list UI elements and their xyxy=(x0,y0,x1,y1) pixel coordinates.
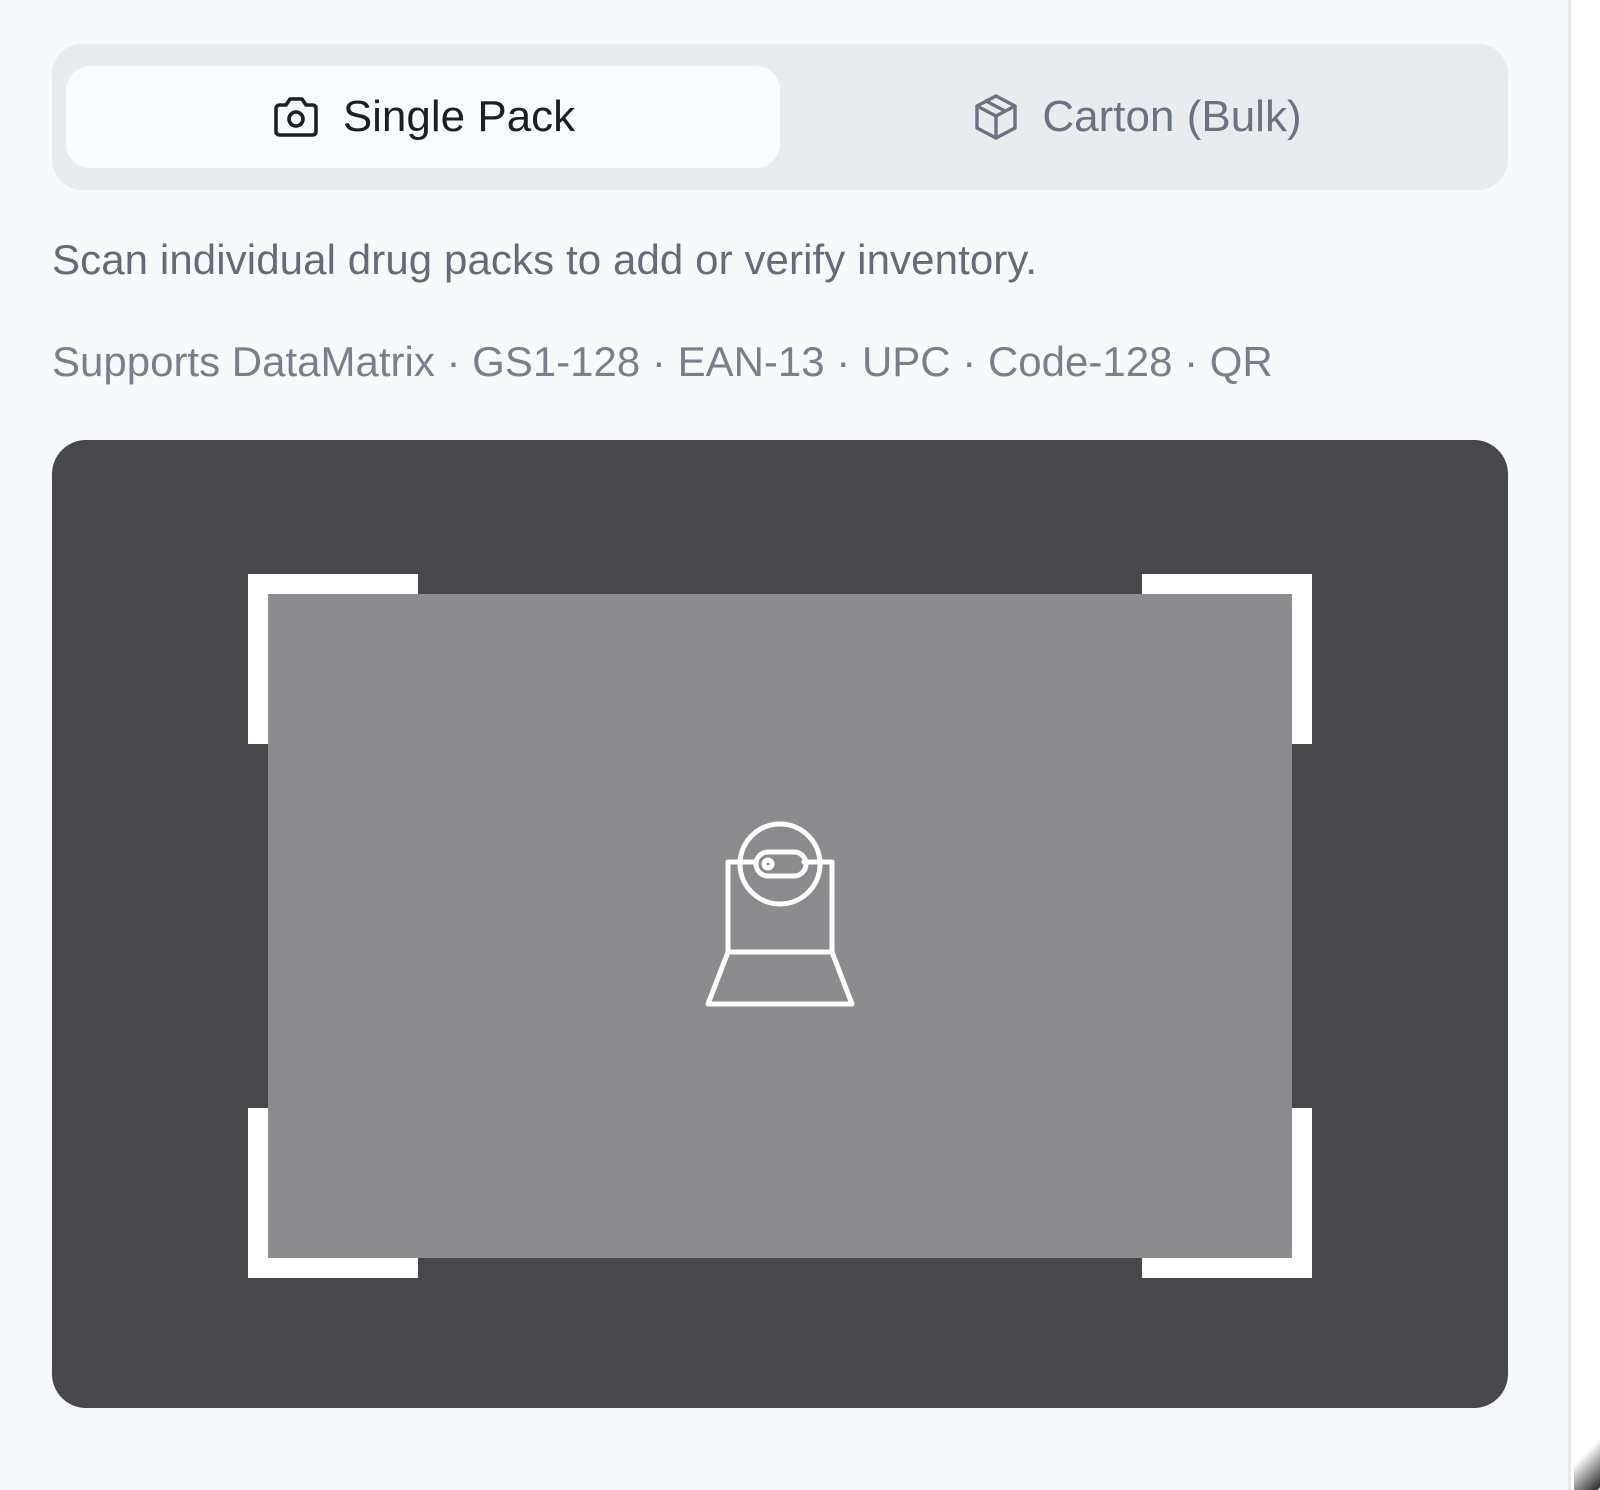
camera-scanner[interactable] xyxy=(52,440,1508,1408)
tab-carton-bulk[interactable]: Carton (Bulk) xyxy=(780,66,1494,168)
scan-description: Scan individual drug packs to add or ver… xyxy=(52,236,1038,283)
tab-single-pack-label: Single Pack xyxy=(342,92,576,141)
tab-carton-bulk-label: Carton (Bulk) xyxy=(1042,92,1302,141)
viewfinder-corner-top-right xyxy=(1142,574,1312,744)
supported-formats: Supports DataMatrix · GS1-128 · EAN-13 ·… xyxy=(52,338,1273,385)
panel-edge xyxy=(1568,0,1600,1490)
camera-icon xyxy=(271,95,321,139)
viewfinder-corner-bottom-left xyxy=(248,1108,418,1278)
webcam-icon xyxy=(682,820,878,1016)
viewfinder-corner-bottom-right xyxy=(1142,1108,1312,1278)
package-icon xyxy=(972,92,1020,142)
tab-single-pack[interactable]: Single Pack xyxy=(66,66,780,168)
scan-mode-tabs: Single Pack Carton (Bulk) xyxy=(52,44,1508,190)
viewfinder-corner-top-left xyxy=(248,574,418,744)
window-corner xyxy=(1574,1430,1600,1490)
